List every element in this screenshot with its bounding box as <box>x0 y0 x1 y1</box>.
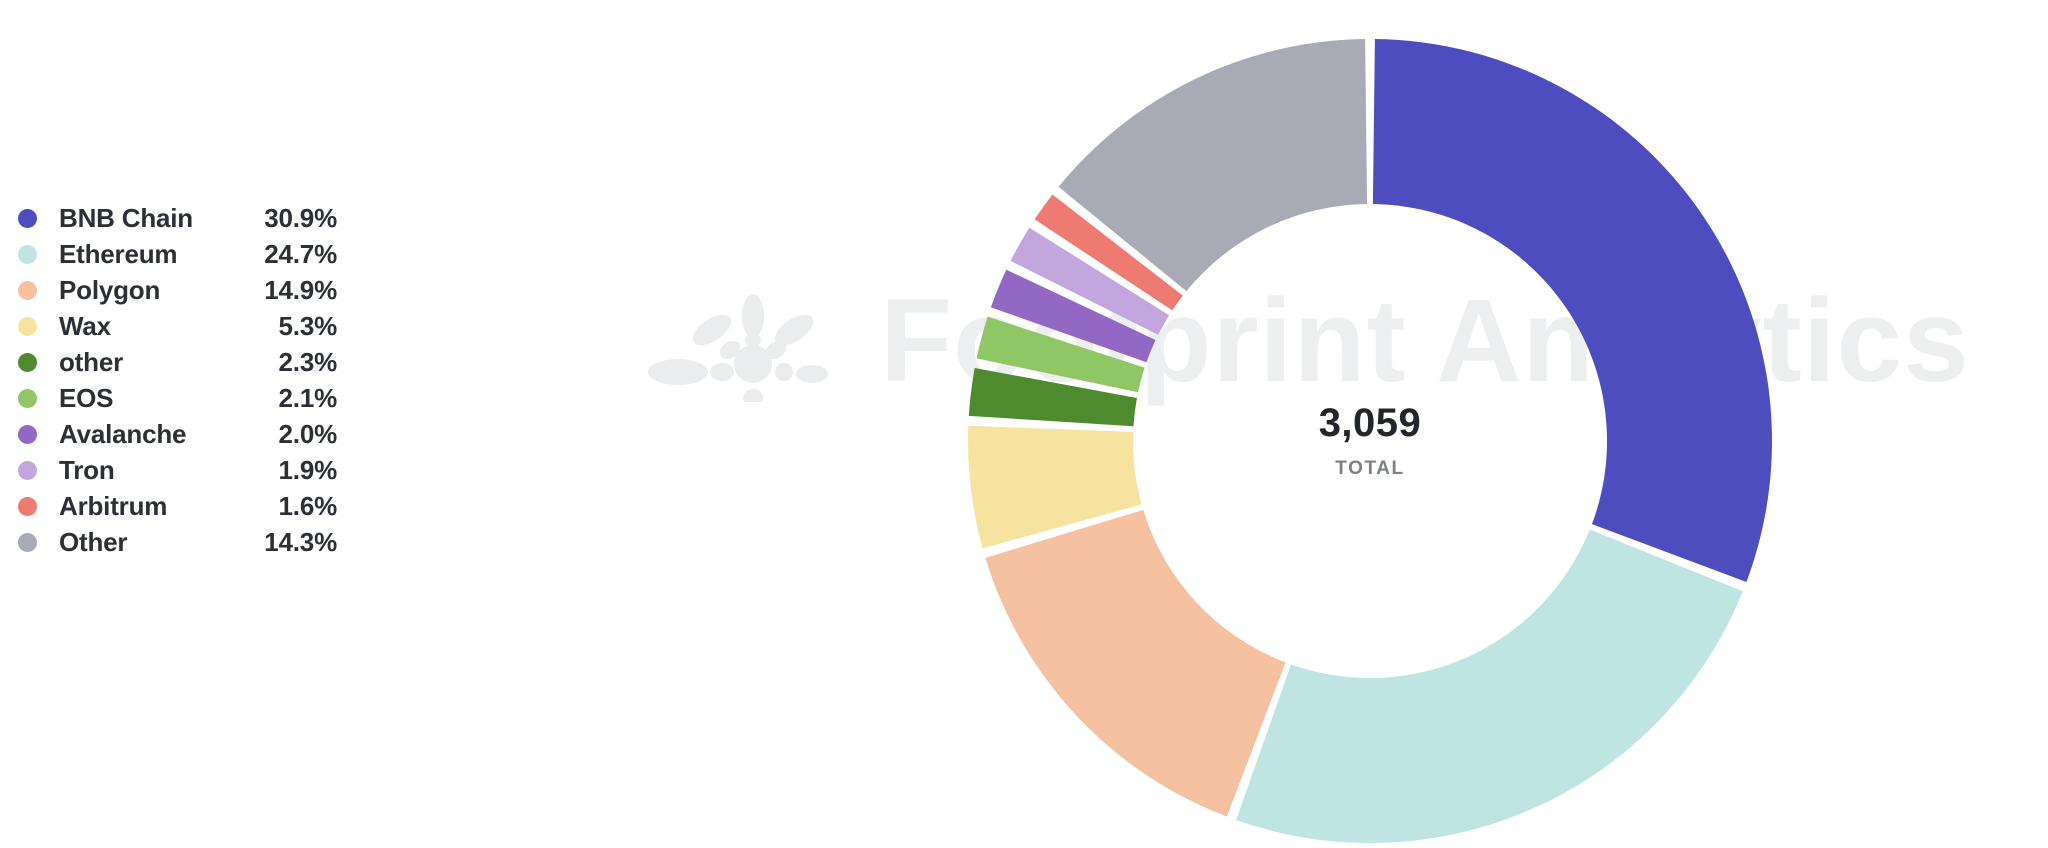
legend-item-value: 5.3% <box>279 311 337 342</box>
chart-canvas: Footprint Analytics BNB Chain30.9%Ethere… <box>0 0 2048 848</box>
donut-chart-svg <box>968 39 1772 843</box>
donut-slice[interactable] <box>1236 530 1743 843</box>
legend-item-label: BNB Chain <box>59 203 193 234</box>
legend-item-label: Ethereum <box>59 239 177 270</box>
legend-item[interactable]: Arbitrum 1.6% <box>0 488 400 524</box>
legend-swatch-icon <box>18 245 37 264</box>
donut-slice[interactable] <box>985 510 1285 817</box>
donut-chart: 3,059 TOTAL <box>968 39 1772 843</box>
legend-swatch-icon <box>18 497 37 516</box>
legend-item-label: EOS <box>59 383 113 414</box>
legend-item-value: 2.1% <box>279 383 337 414</box>
legend-item-value: 2.3% <box>279 347 337 378</box>
legend-item-value: 14.3% <box>264 527 337 558</box>
legend-item[interactable]: Tron 1.9% <box>0 452 400 488</box>
legend-item[interactable]: other 2.3% <box>0 344 400 380</box>
legend-item-label: other <box>59 347 123 378</box>
legend-item[interactable]: Wax 5.3% <box>0 308 400 344</box>
legend-item-value: 14.9% <box>264 275 337 306</box>
legend-item-label: Polygon <box>59 275 160 306</box>
legend-swatch-icon <box>18 389 37 408</box>
legend-item[interactable]: Other 14.3% <box>0 524 400 560</box>
legend-item-value: 1.9% <box>279 455 337 486</box>
legend-item-label: Other <box>59 527 127 558</box>
legend-item-value: 30.9% <box>264 203 337 234</box>
legend-item-value: 1.6% <box>279 491 337 522</box>
legend-item-label: Arbitrum <box>59 491 167 522</box>
legend-item[interactable]: BNB Chain 30.9% <box>0 200 400 236</box>
legend-swatch-icon <box>18 209 37 228</box>
legend-item-label: Tron <box>59 455 115 486</box>
legend-item[interactable]: Ethereum 24.7% <box>0 236 400 272</box>
legend-item[interactable]: EOS 2.1% <box>0 380 400 416</box>
legend-swatch-icon <box>18 317 37 336</box>
legend-swatch-icon <box>18 533 37 552</box>
donut-slice[interactable] <box>1373 39 1772 582</box>
legend-swatch-icon <box>18 425 37 444</box>
footprint-flower-logo <box>648 282 858 402</box>
legend-item[interactable]: Avalanche 2.0% <box>0 416 400 452</box>
chart-legend: BNB Chain30.9%Ethereum24.7%Polygon14.9%W… <box>0 200 400 560</box>
legend-item-label: Avalanche <box>59 419 186 450</box>
legend-item-label: Wax <box>59 311 111 342</box>
legend-swatch-icon <box>18 281 37 300</box>
legend-item[interactable]: Polygon 14.9% <box>0 272 400 308</box>
legend-item-value: 2.0% <box>279 419 337 450</box>
legend-swatch-icon <box>18 461 37 480</box>
legend-swatch-icon <box>18 353 37 372</box>
legend-item-value: 24.7% <box>264 239 337 270</box>
